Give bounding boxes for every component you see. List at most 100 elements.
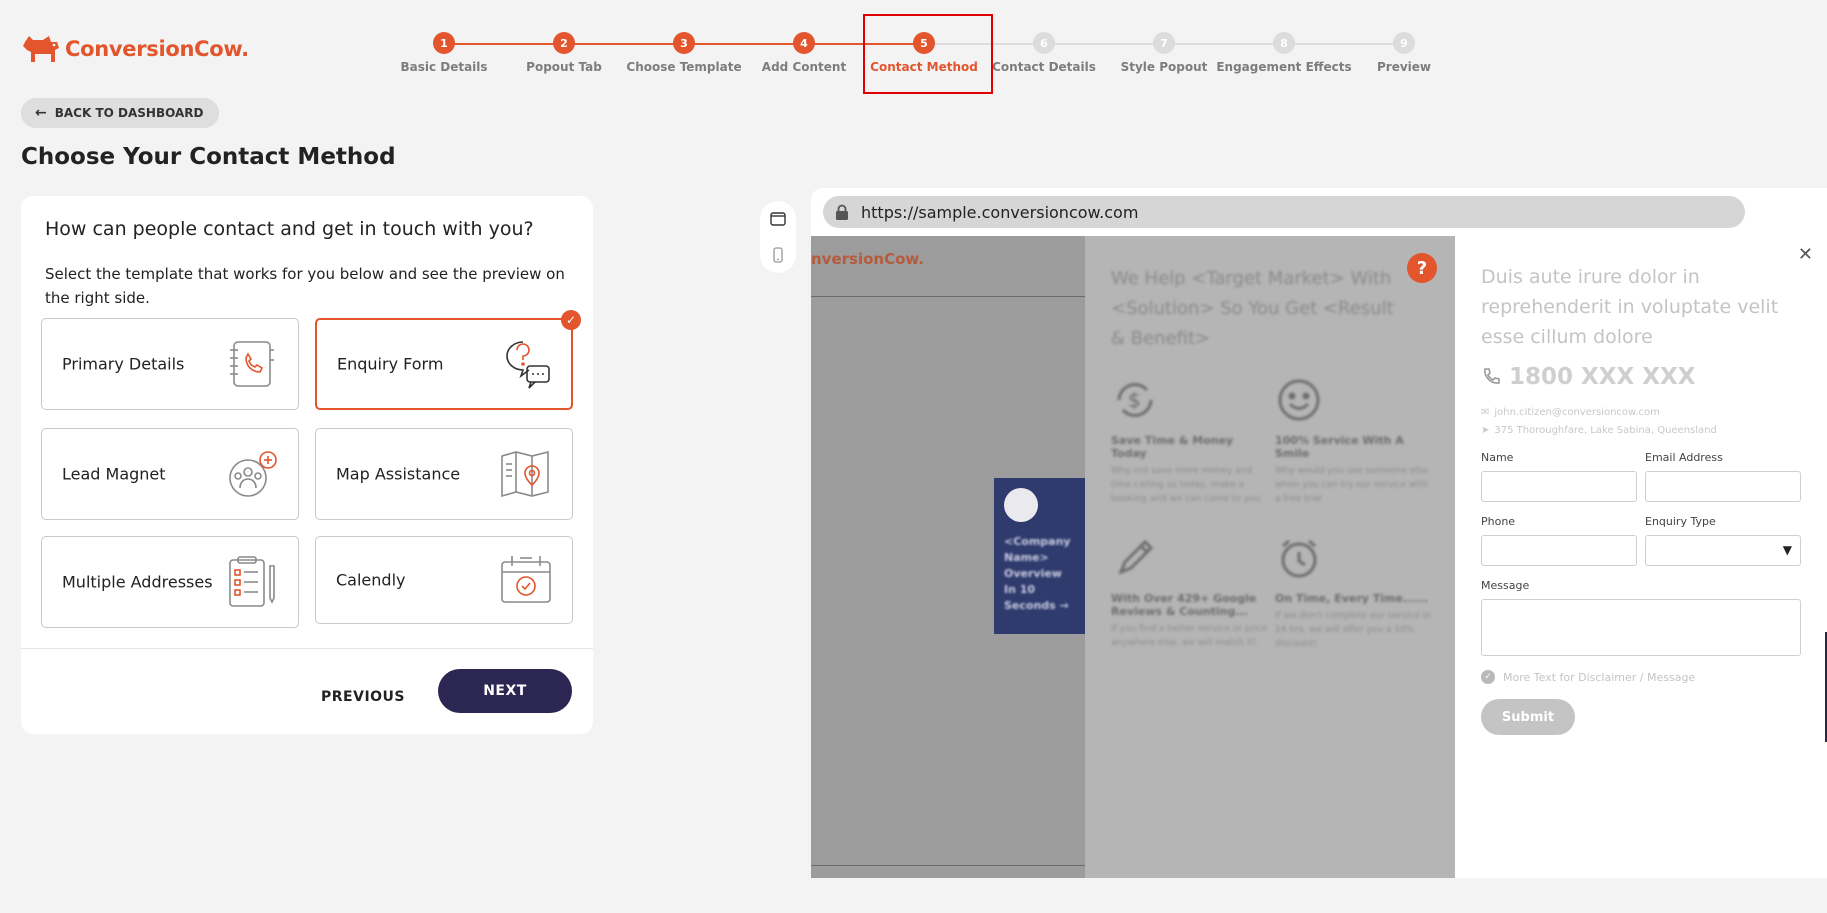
- phone-icon: [1484, 368, 1500, 384]
- feature-title: With Over 429+ Google Reviews & Counting…: [1111, 592, 1257, 618]
- feature-title: On Time, Every Time......: [1275, 592, 1429, 605]
- contact-method-panel: How can people contact and get in touch …: [21, 196, 593, 734]
- feature-block: 100% Service With A Smile Why would you …: [1275, 376, 1435, 506]
- step-engagement-effects[interactable]: 8 Engagement Effects: [1214, 32, 1354, 74]
- disclaimer-checkbox[interactable]: ✓ More Text for Disclaimer / Message: [1481, 670, 1695, 684]
- disclaimer-text: More Text for Disclaimer / Message: [1503, 670, 1696, 684]
- enquiry-form-popout: ✕ Duis aute irure dolor in reprehenderit…: [1455, 236, 1827, 878]
- website-preview: https://sample.conversioncow.com nversio…: [811, 188, 1827, 878]
- step-style-popout[interactable]: 7 Style Popout: [1094, 32, 1234, 74]
- option-label: Primary Details: [62, 354, 185, 374]
- check-icon: ✓: [1481, 670, 1495, 684]
- step-contact-details[interactable]: 6 Contact Details: [974, 32, 1114, 74]
- email-text: john.citizen@conversioncow.com: [1494, 407, 1660, 418]
- step-basic-details[interactable]: 1 Basic Details: [374, 32, 514, 74]
- dollar-refresh-icon: $: [1117, 383, 1153, 417]
- preview-device-toggle: [760, 201, 796, 273]
- svg-text:$: $: [1128, 388, 1141, 412]
- phone-input[interactable]: [1481, 535, 1637, 566]
- email-input[interactable]: [1645, 471, 1801, 502]
- form-phone-number: 1800 XXX XXX: [1481, 364, 1695, 390]
- step-number: 1: [433, 32, 455, 54]
- site-rule: [811, 296, 1085, 297]
- feature-text: Why not save more money and time calling…: [1111, 466, 1261, 504]
- site-background-left: nversionCow. <Company Name> Overview In …: [811, 236, 1085, 878]
- feature-block: $ Save Time & Money Today Why not save m…: [1111, 376, 1271, 506]
- previous-button[interactable]: PREVIOUS: [321, 689, 405, 705]
- option-label: Map Assistance: [336, 464, 461, 484]
- option-enquiry-form[interactable]: Enquiry Form ✓: [315, 310, 581, 410]
- url-bar: https://sample.conversioncow.com: [823, 196, 1745, 228]
- form-address: ➤ 375 Thoroughfare, Lake Sabina, Queensl…: [1481, 425, 1717, 436]
- calendar-check-icon: [501, 556, 551, 603]
- brand-logo[interactable]: ConversionCow.: [21, 32, 249, 66]
- option-primary-details[interactable]: Primary Details: [41, 318, 299, 410]
- step-number: 8: [1273, 32, 1295, 54]
- help-question-icon[interactable]: ?: [1407, 253, 1437, 283]
- option-calendly[interactable]: Calendly: [315, 536, 573, 624]
- active-step-highlight: [863, 14, 993, 94]
- step-preview[interactable]: 9 Preview: [1334, 32, 1474, 74]
- alarm-clock-icon: [1281, 539, 1317, 578]
- back-to-dashboard-button[interactable]: ← BACK TO DASHBOARD: [21, 98, 220, 128]
- pencil-icon: [1118, 539, 1154, 575]
- step-popout-tab[interactable]: 2 Popout Tab: [494, 32, 634, 74]
- panel-divider: [21, 648, 593, 649]
- back-button-label: BACK TO DASHBOARD: [54, 106, 204, 120]
- step-label: Popout Tab: [526, 60, 602, 74]
- smile-icon: [1278, 379, 1320, 421]
- feature-text: If we don't complete our service in 24 h…: [1275, 611, 1432, 649]
- panel-description: Select the template that works for you b…: [45, 265, 565, 307]
- lock-icon: [836, 204, 848, 220]
- question-chat-icon: [506, 341, 550, 389]
- step-choose-template[interactable]: 3 Choose Template: [614, 32, 754, 74]
- panel-question: How can people contact and get in touch …: [45, 218, 534, 240]
- option-lead-magnet[interactable]: Lead Magnet: [41, 428, 299, 520]
- site-brand: nversionCow.: [811, 250, 924, 268]
- name-label: Name: [1481, 451, 1514, 464]
- phone-label: Phone: [1481, 515, 1516, 528]
- selected-check-icon: ✓: [561, 310, 581, 330]
- cow-logo-icon: [23, 36, 59, 62]
- message-textarea[interactable]: [1481, 599, 1801, 656]
- option-label: Multiple Addresses: [62, 572, 213, 592]
- step-number: 6: [1033, 32, 1055, 54]
- location-arrow-icon: ➤: [1481, 425, 1490, 436]
- group-add-icon: [229, 451, 277, 497]
- address-text: 375 Thoroughfare, Lake Sabina, Queenslan…: [1494, 425, 1717, 436]
- mobile-icon: [773, 247, 783, 263]
- step-number: 7: [1153, 32, 1175, 54]
- map-pin-icon: [501, 450, 549, 498]
- site-content: We Help <Target Market> With <Solution> …: [1085, 236, 1455, 878]
- feature-block: On Time, Every Time...... If we don't co…: [1275, 534, 1435, 651]
- arrow-left-icon: ←: [35, 105, 47, 121]
- next-button[interactable]: NEXT: [438, 669, 572, 713]
- step-label: Style Popout: [1120, 60, 1208, 74]
- step-add-content[interactable]: 4 Add Content: [734, 32, 874, 74]
- email-label: Email Address: [1645, 451, 1723, 464]
- name-input[interactable]: [1481, 471, 1637, 502]
- step-label: Contact Details: [992, 60, 1096, 74]
- checklist-icon: [229, 556, 275, 607]
- enquiry-type-select[interactable]: ▼: [1645, 535, 1801, 566]
- option-label: Calendly: [336, 570, 406, 590]
- submit-button[interactable]: Submit: [1481, 699, 1575, 735]
- option-map-assistance[interactable]: Map Assistance: [315, 428, 573, 520]
- desktop-view-button[interactable]: [766, 207, 790, 231]
- url-text: https://sample.conversioncow.com: [861, 202, 1139, 222]
- page-title: Choose Your Contact Method: [21, 144, 396, 170]
- site-rule: [811, 865, 1085, 866]
- step-label: Preview: [1376, 60, 1431, 74]
- mobile-view-button[interactable]: [766, 243, 790, 267]
- caret-down-icon: ▼: [1782, 543, 1792, 557]
- option-multiple-addresses[interactable]: Multiple Addresses: [41, 536, 299, 628]
- message-label: Message: [1481, 579, 1530, 592]
- popout-side-tab[interactable]: <Company Name> Overview In 10 Seconds →: [994, 478, 1085, 634]
- step-number: 3: [673, 32, 695, 54]
- step-label: Basic Details: [400, 60, 488, 74]
- option-label: Lead Magnet: [62, 464, 166, 484]
- tab-avatar: [1004, 488, 1038, 522]
- step-label: Add Content: [761, 60, 847, 74]
- step-number: 4: [793, 32, 815, 54]
- envelope-icon: ✉: [1481, 407, 1490, 418]
